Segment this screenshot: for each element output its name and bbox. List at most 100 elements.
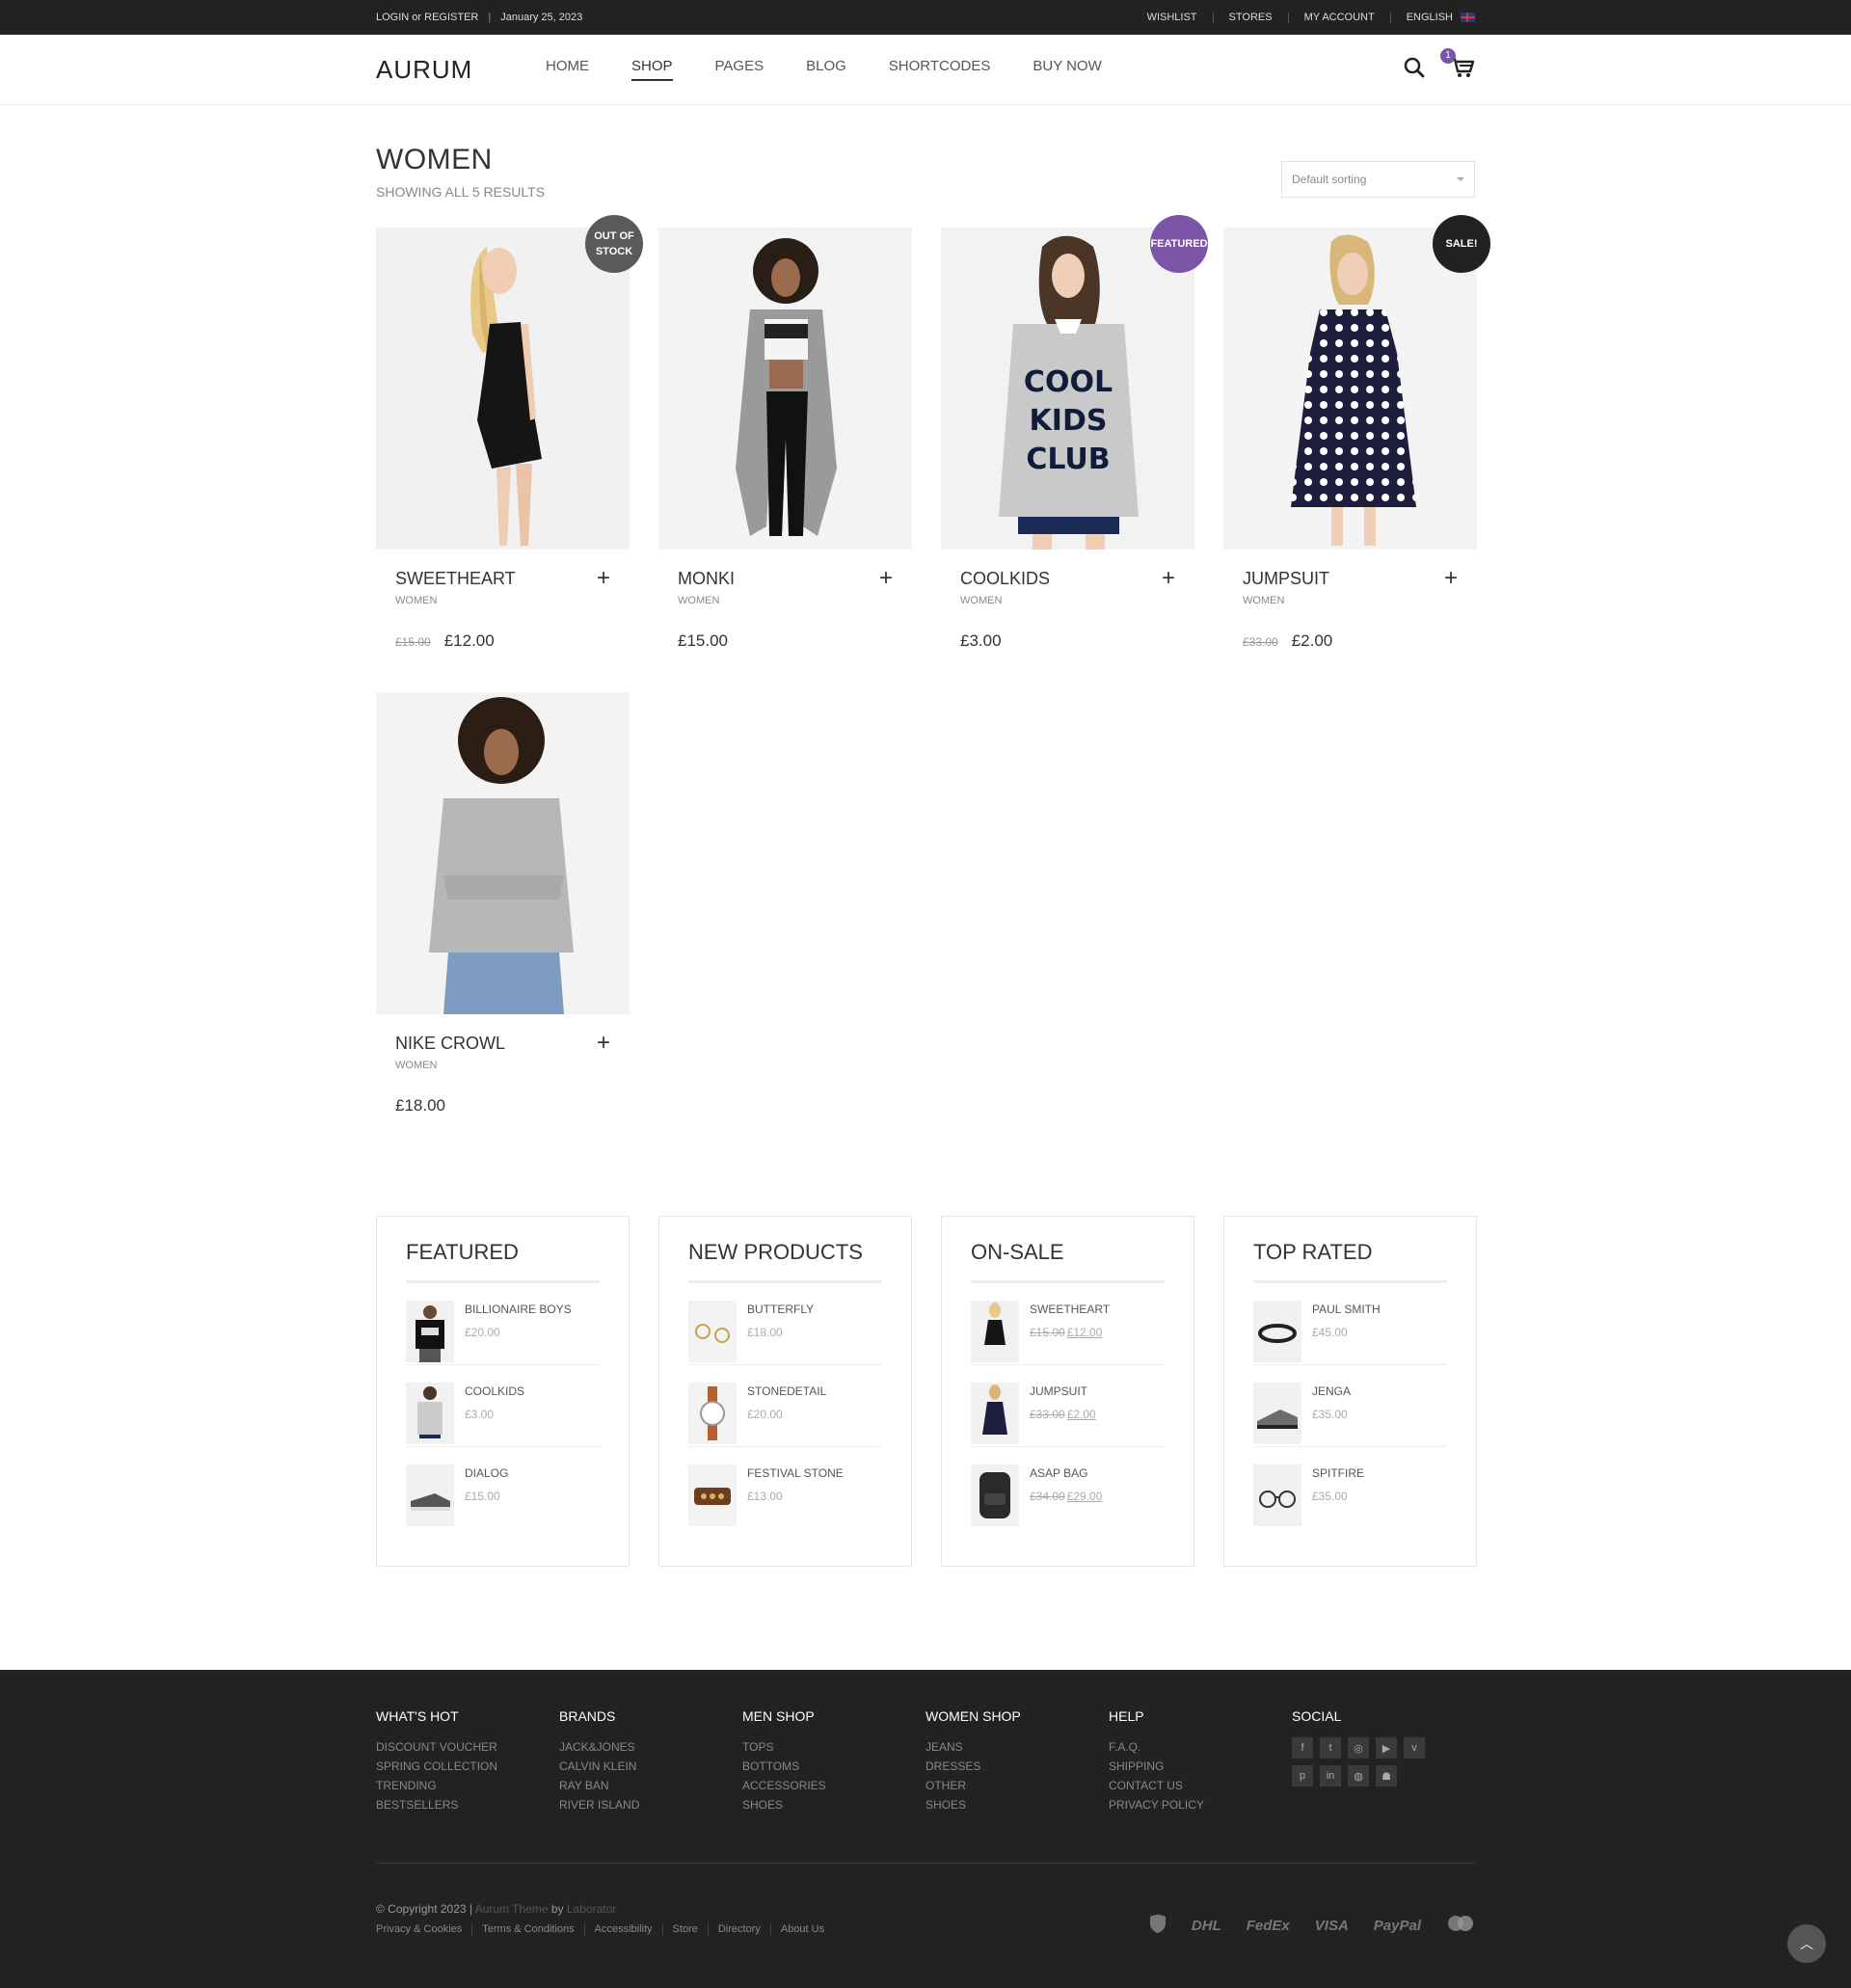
product-card[interactable]: FEATURED COOL KIDS CLUB COOLKIDS WOMEN +… <box>941 215 1208 651</box>
vimeo-icon[interactable]: v <box>1404 1737 1425 1759</box>
footer-link[interactable]: BESTSELLERS <box>376 1795 559 1814</box>
directory-link[interactable]: Directory <box>707 1923 770 1935</box>
footer-link[interactable]: SHIPPING <box>1109 1757 1292 1776</box>
search-icon[interactable] <box>1404 57 1425 83</box>
product-thumbnail[interactable] <box>406 1464 454 1526</box>
footer-link[interactable]: CONTACT US <box>1109 1776 1292 1795</box>
footer-link[interactable]: TOPS <box>742 1737 926 1757</box>
footer-link[interactable]: PRIVACY POLICY <box>1109 1795 1292 1814</box>
footer-link[interactable]: TRENDING <box>376 1776 559 1795</box>
widget-item-name[interactable]: FESTIVAL STONE <box>747 1466 844 1480</box>
footer-link[interactable]: RIVER ISLAND <box>559 1795 742 1814</box>
add-to-cart-icon[interactable]: + <box>1444 567 1458 590</box>
product-name[interactable]: MONKI <box>678 569 893 589</box>
widget-item[interactable]: SPITFIRE £35.00 <box>1253 1447 1447 1529</box>
product-thumbnail[interactable] <box>971 1464 1019 1526</box>
privacy-link[interactable]: Privacy & Cookies <box>376 1923 471 1935</box>
widget-item[interactable]: SWEETHEART £15.00 £12.00 <box>971 1283 1165 1365</box>
accessibility-link[interactable]: Accessibility <box>583 1923 662 1935</box>
store-link[interactable]: Store <box>661 1923 708 1935</box>
widget-item-name[interactable]: JUMPSUIT <box>1030 1384 1096 1398</box>
widget-item-name[interactable]: SPITFIRE <box>1312 1466 1364 1480</box>
terms-link[interactable]: Terms & Conditions <box>471 1923 583 1935</box>
widget-item-name[interactable]: COOLKIDS <box>465 1384 524 1398</box>
product-category[interactable]: WOMEN <box>678 595 893 606</box>
widget-item-name[interactable]: BUTTERFLY <box>747 1303 814 1316</box>
product-image[interactable] <box>1223 228 1477 550</box>
product-name[interactable]: COOLKIDS <box>960 569 1175 589</box>
nav-blog[interactable]: BLOG <box>806 58 846 81</box>
footer-link[interactable]: OTHER <box>926 1776 1109 1795</box>
nav-home[interactable]: HOME <box>546 58 589 81</box>
add-to-cart-icon[interactable]: + <box>879 567 893 590</box>
widget-item[interactable]: JENGA £35.00 <box>1253 1365 1447 1447</box>
product-category[interactable]: WOMEN <box>1243 595 1458 606</box>
login-register-link[interactable]: LOGIN or REGISTER <box>376 12 478 23</box>
widget-item[interactable]: PAUL SMITH £45.00 <box>1253 1283 1447 1365</box>
product-thumbnail[interactable] <box>1253 1383 1301 1444</box>
product-thumbnail[interactable] <box>688 1464 737 1526</box>
linkedin-icon[interactable]: in <box>1320 1765 1341 1787</box>
nav-shortcodes[interactable]: SHORTCODES <box>889 58 991 81</box>
snapchat-icon[interactable]: ☗ <box>1376 1765 1397 1787</box>
product-card[interactable]: OUT OF STOCK SWEETHEART WOMEN + £15.00 £… <box>376 215 643 651</box>
widget-item-name[interactable]: JENGA <box>1312 1384 1351 1398</box>
nav-pages[interactable]: PAGES <box>715 58 765 81</box>
footer-link[interactable]: RAY BAN <box>559 1776 742 1795</box>
footer-link[interactable]: SPRING COLLECTION <box>376 1757 559 1776</box>
wishlist-link[interactable]: WISHLIST <box>1132 12 1213 23</box>
product-thumbnail[interactable] <box>406 1301 454 1362</box>
footer-link[interactable]: SHOES <box>926 1795 1109 1814</box>
add-to-cart-icon[interactable]: + <box>1162 567 1175 590</box>
product-thumbnail[interactable] <box>1253 1301 1301 1362</box>
widget-item-name[interactable]: PAUL SMITH <box>1312 1303 1381 1316</box>
logo[interactable]: AURUM <box>376 55 546 85</box>
product-category[interactable]: WOMEN <box>395 1060 610 1071</box>
my-account-link[interactable]: MY ACCOUNT <box>1287 12 1390 23</box>
product-category[interactable]: WOMEN <box>395 595 610 606</box>
widget-item[interactable]: ASAP BAG £34.00 £29.00 <box>971 1447 1165 1529</box>
product-card[interactable]: MONKI WOMEN + £15.00 <box>658 228 912 651</box>
product-thumbnail[interactable] <box>971 1383 1019 1444</box>
footer-link[interactable]: F.A.Q. <box>1109 1737 1292 1757</box>
author-link[interactable]: Laborator <box>567 1902 616 1916</box>
product-thumbnail[interactable] <box>406 1383 454 1444</box>
product-image[interactable]: COOL KIDS CLUB <box>941 228 1194 550</box>
footer-link[interactable]: DISCOUNT VOUCHER <box>376 1737 559 1757</box>
nav-shop[interactable]: SHOP <box>631 58 673 81</box>
add-to-cart-icon[interactable]: + <box>597 1032 610 1055</box>
cart-button[interactable]: 1 <box>1440 47 1475 84</box>
pinterest-icon[interactable]: p <box>1292 1765 1313 1787</box>
footer-link[interactable]: CALVIN KLEIN <box>559 1757 742 1776</box>
footer-link[interactable]: JEANS <box>926 1737 1109 1757</box>
about-link[interactable]: About Us <box>769 1923 834 1935</box>
product-thumbnail[interactable] <box>688 1383 737 1444</box>
footer-link[interactable]: BOTTOMS <box>742 1757 926 1776</box>
product-name[interactable]: NIKE CROWL <box>395 1034 610 1054</box>
product-card[interactable]: SALE! JUMPSUIT WOMEN + £33.00 £2.00 <box>1223 215 1490 651</box>
product-name[interactable]: SWEETHEART <box>395 569 610 589</box>
widget-item[interactable]: COOLKIDS £3.00 <box>406 1365 600 1447</box>
footer-link[interactable]: DRESSES <box>926 1757 1109 1776</box>
youtube-icon[interactable]: ▶ <box>1376 1737 1397 1759</box>
add-to-cart-icon[interactable]: + <box>597 567 610 590</box>
facebook-icon[interactable]: f <box>1292 1737 1313 1759</box>
back-to-top-button[interactable]: ︿ <box>1787 1924 1826 1963</box>
product-thumbnail[interactable] <box>971 1301 1019 1362</box>
footer-link[interactable]: SHOES <box>742 1795 926 1814</box>
product-category[interactable]: WOMEN <box>960 595 1175 606</box>
product-thumbnail[interactable] <box>688 1301 737 1362</box>
dribbble-icon[interactable]: ◍ <box>1348 1765 1369 1787</box>
widget-item-name[interactable]: DIALOG <box>465 1466 508 1480</box>
stores-link[interactable]: STORES <box>1212 12 1288 23</box>
widget-item-name[interactable]: STONEDETAIL <box>747 1384 826 1398</box>
product-image[interactable] <box>376 692 630 1014</box>
footer-link[interactable]: JACK&JONES <box>559 1737 742 1757</box>
widget-item[interactable]: STONEDETAIL £20.00 <box>688 1365 882 1447</box>
widget-item-name[interactable]: ASAP BAG <box>1030 1466 1102 1480</box>
language-selector[interactable]: ENGLISH <box>1389 12 1475 23</box>
widget-item[interactable]: FESTIVAL STONE £13.00 <box>688 1447 882 1529</box>
product-thumbnail[interactable] <box>1253 1464 1301 1526</box>
product-image[interactable] <box>658 228 912 550</box>
product-image[interactable] <box>376 228 630 550</box>
